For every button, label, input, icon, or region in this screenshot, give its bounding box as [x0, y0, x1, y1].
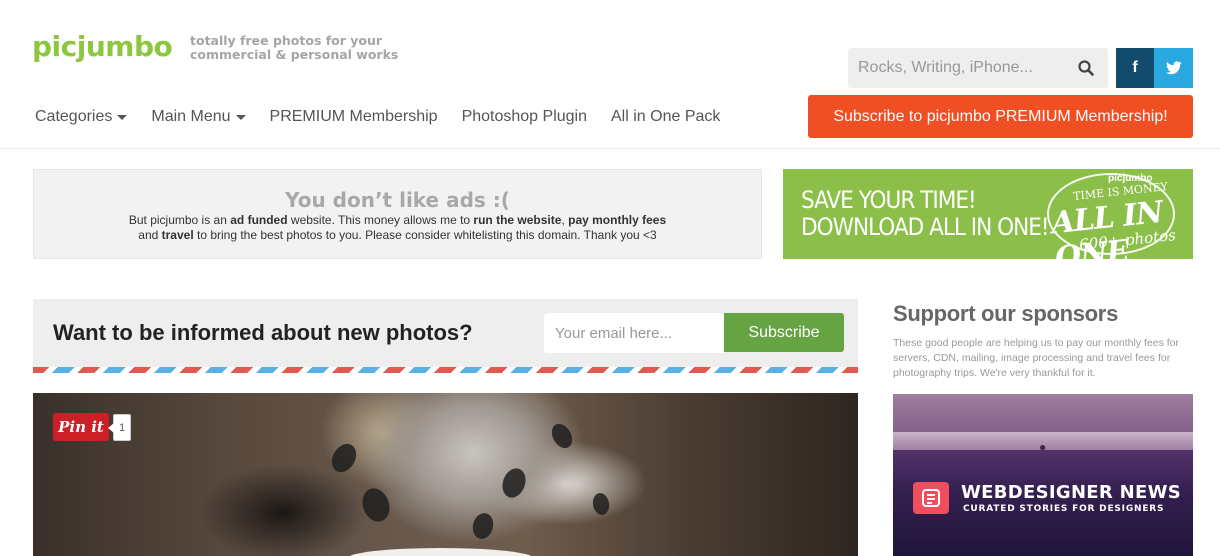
- sponsors-title: Support our sponsors: [893, 301, 1119, 326]
- nav-label: All in One Pack: [611, 108, 721, 125]
- adblock-text-line-2: and travel to bring the best photos to y…: [34, 229, 761, 242]
- text-segment: run the website: [473, 213, 562, 227]
- adblock-text-line-1: But picjumbo is an ad funded website. Th…: [34, 214, 761, 227]
- newsletter-title: Want to be informed about new photos?: [53, 320, 473, 345]
- picjumbo-logo[interactable]: picjumbo: [32, 30, 173, 63]
- search-icon: [1078, 60, 1094, 76]
- search-button[interactable]: [1064, 48, 1108, 88]
- newsletter-email-input[interactable]: [544, 313, 724, 353]
- nav-photoshop-plugin[interactable]: Photoshop Plugin: [462, 108, 587, 126]
- subscribe-premium-button[interactable]: Subscribe to picjumbo PREMIUM Membership…: [808, 95, 1193, 138]
- photo-cup: [348, 548, 533, 556]
- search-box: [848, 48, 1108, 88]
- text-segment: travel: [161, 228, 194, 242]
- ad-title: WEBDESIGNER NEWS: [961, 482, 1182, 503]
- site-header: picjumbo totally free photos for your co…: [0, 0, 1220, 149]
- newsletter-subscribe-button[interactable]: Subscribe: [724, 313, 844, 352]
- ad-subtitle: CURATED STORIES FOR DESIGNERS: [963, 504, 1165, 514]
- pin-it-button[interactable]: Pin it: [53, 413, 109, 441]
- text-segment: But picjumbo is an: [128, 213, 231, 227]
- tagline-line-2: commercial & personal works: [190, 47, 399, 62]
- photo-detail: [326, 439, 362, 477]
- nav-premium-membership[interactable]: PREMIUM Membership: [270, 108, 438, 126]
- banner-line-1: SAVE YOUR TIME!: [801, 186, 977, 214]
- caret-down-icon: [235, 114, 246, 120]
- featured-photo[interactable]: [33, 393, 858, 556]
- photo-detail: [591, 491, 611, 517]
- ad-background: [893, 394, 1193, 432]
- photo-detail: [469, 510, 497, 542]
- twitter-button[interactable]: [1154, 48, 1193, 88]
- photo-detail: [547, 420, 577, 452]
- facebook-icon: f: [1132, 59, 1138, 76]
- text-segment: pay monthly fees: [568, 213, 667, 227]
- nav-label: Main Menu: [151, 108, 231, 125]
- sponsor-ad-webdesigner-news[interactable]: ● WEBDESIGNER NEWS CURATED STORIES FOR D…: [893, 394, 1193, 556]
- banner-line-2: DOWNLOAD ALL IN ONE!: [801, 213, 1050, 241]
- airmail-stripe: [33, 367, 858, 373]
- main-nav: Categories Main Menu PREMIUM Membership …: [35, 108, 744, 126]
- photo-detail: [498, 465, 530, 501]
- adblock-title: You don’t like ads :(: [285, 188, 510, 212]
- apple-logo-icon: ●: [1039, 440, 1047, 454]
- caret-down-icon: [117, 114, 128, 120]
- facebook-button[interactable]: f: [1116, 48, 1154, 88]
- photo-detail: [357, 484, 395, 526]
- nav-categories[interactable]: Categories: [35, 108, 128, 126]
- webdesigner-news-logo-icon: [913, 482, 949, 514]
- nav-label: PREMIUM Membership: [269, 108, 438, 125]
- nav-label: Photoshop Plugin: [461, 108, 587, 125]
- twitter-icon: [1165, 61, 1182, 75]
- text-segment: ad funded: [230, 213, 288, 227]
- text-segment: and: [138, 228, 162, 242]
- tagline: totally free photos for your commercial …: [190, 34, 398, 62]
- pin-count: 1: [108, 414, 131, 441]
- text-segment: website. This money allows me to: [287, 213, 474, 227]
- nav-main-menu[interactable]: Main Menu: [151, 108, 246, 126]
- all-in-one-banner[interactable]: SAVE YOUR TIME! DOWNLOAD ALL IN ONE! pic…: [783, 169, 1193, 259]
- newsletter-box: Want to be informed about new photos? Su…: [33, 299, 858, 373]
- tagline-line-1: totally free photos for your: [190, 33, 383, 48]
- sponsors-text: These good people are helping us to pay …: [893, 337, 1180, 379]
- nav-label: Categories: [35, 108, 113, 125]
- text-segment: to bring the best photos to you. Please …: [193, 228, 657, 242]
- adblock-notice: You don’t like ads :( But picjumbo is an…: [33, 169, 762, 259]
- search-input[interactable]: [848, 48, 1068, 88]
- banner-headline: SAVE YOUR TIME! DOWNLOAD ALL IN ONE!: [801, 186, 1050, 241]
- nav-all-in-one-pack[interactable]: All in One Pack: [611, 108, 720, 126]
